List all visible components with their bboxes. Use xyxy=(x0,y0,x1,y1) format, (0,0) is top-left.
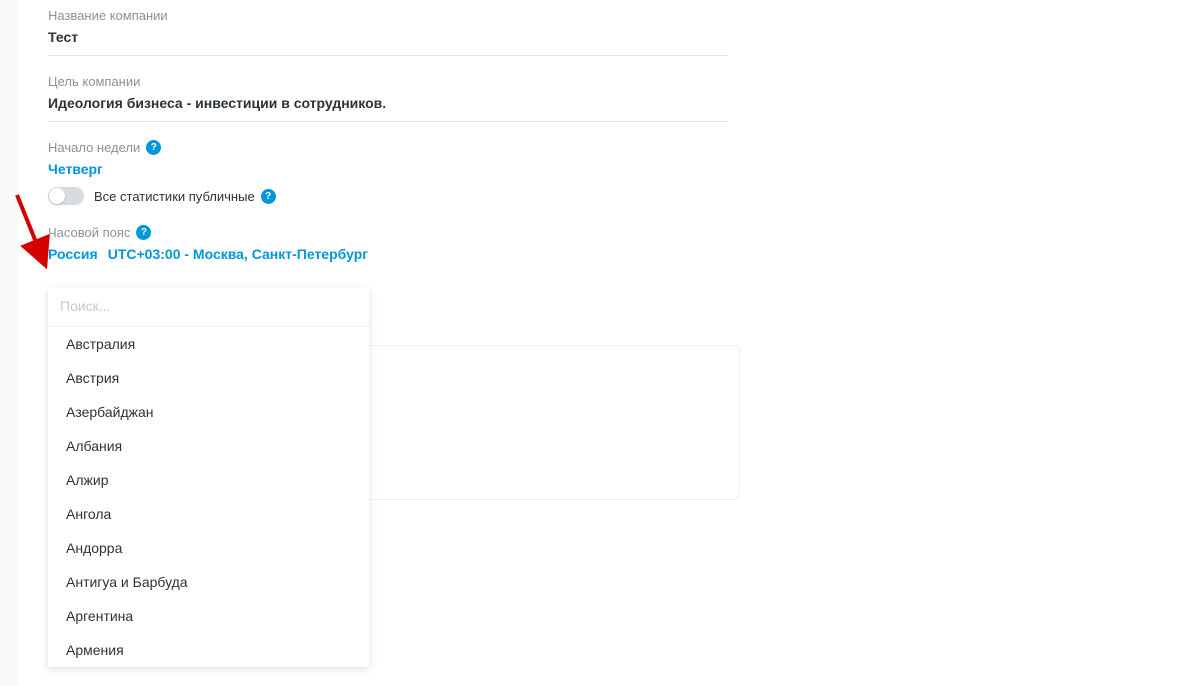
help-icon[interactable]: ? xyxy=(136,225,151,240)
timezone-tz: UTC+03:00 - Москва, Санкт-Петербург xyxy=(108,246,368,262)
timezone-value[interactable]: Россия UTC+03:00 - Москва, Санкт-Петербу… xyxy=(48,246,1161,262)
public-stats-label: Все статистики публичные ? xyxy=(94,189,276,204)
company-goal-value[interactable]: Идеология бизнеса - инвестиции в сотрудн… xyxy=(48,95,728,122)
week-start-label: Начало недели ? xyxy=(48,140,1161,155)
timezone-country: Россия xyxy=(48,246,98,262)
dropdown-list[interactable]: Австралия Австрия Азербайджан Албания Ал… xyxy=(48,327,369,667)
week-start-label-text: Начало недели xyxy=(48,140,140,155)
list-item[interactable]: Аргентина xyxy=(48,599,369,633)
list-item[interactable]: Антигуа и Барбуда xyxy=(48,565,369,599)
list-item[interactable]: Азербайджан xyxy=(48,395,369,429)
public-stats-label-text: Все статистики публичные xyxy=(94,189,255,204)
search-input[interactable] xyxy=(60,298,357,314)
list-item[interactable]: Австрия xyxy=(48,361,369,395)
company-name-label: Название компании xyxy=(48,8,1161,23)
list-item[interactable]: Армения xyxy=(48,633,369,667)
company-name-value[interactable]: Тест xyxy=(48,29,728,56)
help-icon[interactable]: ? xyxy=(261,189,276,204)
list-item[interactable]: Алжир xyxy=(48,463,369,497)
country-dropdown: Австралия Австрия Азербайджан Албания Ал… xyxy=(48,288,369,667)
timezone-label-text: Часовой пояс xyxy=(48,225,130,240)
toggle-knob xyxy=(49,188,65,204)
week-start-value[interactable]: Четверг xyxy=(48,161,1161,177)
list-item[interactable]: Албания xyxy=(48,429,369,463)
help-icon[interactable]: ? xyxy=(146,140,161,155)
list-item[interactable]: Австралия xyxy=(48,327,369,361)
list-item[interactable]: Андорра xyxy=(48,531,369,565)
timezone-label: Часовой пояс ? xyxy=(48,225,1161,240)
list-item[interactable]: Ангола xyxy=(48,497,369,531)
company-goal-label: Цель компании xyxy=(48,74,1161,89)
dropdown-search-wrap xyxy=(48,288,369,327)
public-stats-toggle[interactable] xyxy=(48,187,84,205)
